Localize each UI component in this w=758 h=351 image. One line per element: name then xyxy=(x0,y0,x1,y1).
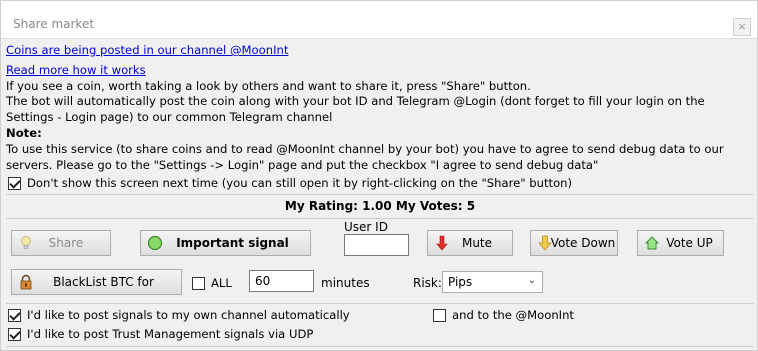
close-button[interactable]: × xyxy=(733,18,751,36)
dont-show-checkbox[interactable] xyxy=(8,176,21,190)
divider-footer xyxy=(6,346,754,347)
own-channel-checkbox[interactable] xyxy=(8,308,21,322)
blacklist-button[interactable]: BlackList BTC for xyxy=(11,269,182,295)
important-signal-button[interactable]: Important signal xyxy=(140,230,311,256)
vote-up-label: Vote UP xyxy=(666,236,713,250)
yellow-arrow-down-icon xyxy=(538,235,552,251)
rating-text: My Rating: 1.00 My Votes: 5 xyxy=(284,199,476,213)
info-line-share: If you see a coin, worth taking a look b… xyxy=(6,78,531,93)
risk-label: Risk: xyxy=(413,276,442,290)
all-checkbox[interactable] xyxy=(192,276,205,290)
risk-selected-value: Pips xyxy=(448,275,473,289)
moonint-checkbox-row[interactable]: and to the @MoonInt xyxy=(433,308,574,322)
mute-label: Mute xyxy=(461,236,493,250)
blacklist-label: BlackList BTC for xyxy=(53,275,154,289)
moonint-checkbox[interactable] xyxy=(433,308,446,322)
divider-bottom xyxy=(6,303,754,304)
red-arrow-down-icon xyxy=(436,235,448,251)
user-id-input[interactable] xyxy=(344,234,409,256)
minutes-label: minutes xyxy=(321,276,370,290)
own-channel-checkbox-row[interactable]: I'd like to post signals to my own chann… xyxy=(8,308,350,322)
padlock-icon xyxy=(20,274,32,290)
mute-button[interactable]: Mute xyxy=(427,230,513,256)
risk-select[interactable]: Pips ⌄ xyxy=(442,271,543,293)
note-text: To use this service (to share coins and … xyxy=(6,141,724,172)
udp-label: I'd like to post Trust Management signal… xyxy=(27,327,314,341)
window-title: Share market xyxy=(13,17,95,31)
user-id-label: User ID xyxy=(344,220,388,234)
green-circle-icon xyxy=(147,235,163,251)
all-checkbox-row[interactable]: ALL xyxy=(192,276,232,290)
share-market-window: Share market × Coins are being posted in… xyxy=(0,0,758,351)
share-button-label: Share xyxy=(48,236,84,250)
divider-rating xyxy=(6,218,754,219)
dont-show-label: Don't show this screen next time (you ca… xyxy=(27,176,573,190)
minutes-input[interactable]: 60 xyxy=(249,270,314,292)
important-signal-label: Important signal xyxy=(176,236,289,250)
read-more-link[interactable]: Read more how it works xyxy=(6,63,146,77)
udp-checkbox-row[interactable]: I'd like to post Trust Management signal… xyxy=(8,327,313,341)
info-panel: Coins are being posted in our channel @M… xyxy=(6,43,754,173)
dont-show-checkbox-row[interactable]: Don't show this screen next time (you ca… xyxy=(8,176,572,190)
info-line-bot: The bot will automatically post the coin… xyxy=(6,94,705,125)
vote-up-button[interactable]: Vote UP xyxy=(637,230,724,256)
green-house-icon xyxy=(644,236,660,250)
share-button[interactable]: Share xyxy=(11,230,111,256)
title-bar: Share market × xyxy=(1,1,757,39)
udp-checkbox[interactable] xyxy=(8,327,21,341)
lightbulb-icon xyxy=(21,236,31,249)
divider-top xyxy=(6,194,754,195)
own-channel-label: I'd like to post signals to my own chann… xyxy=(27,308,350,322)
vote-down-button[interactable]: Vote Down xyxy=(530,230,618,256)
chevron-down-icon: ⌄ xyxy=(527,275,536,286)
vote-down-label: Vote Down xyxy=(550,236,616,250)
moonint-label: and to the @MoonInt xyxy=(452,308,574,322)
channel-link[interactable]: Coins are being posted in our channel @M… xyxy=(6,43,288,57)
note-label: Note: xyxy=(6,125,42,140)
all-label: ALL xyxy=(211,276,232,290)
